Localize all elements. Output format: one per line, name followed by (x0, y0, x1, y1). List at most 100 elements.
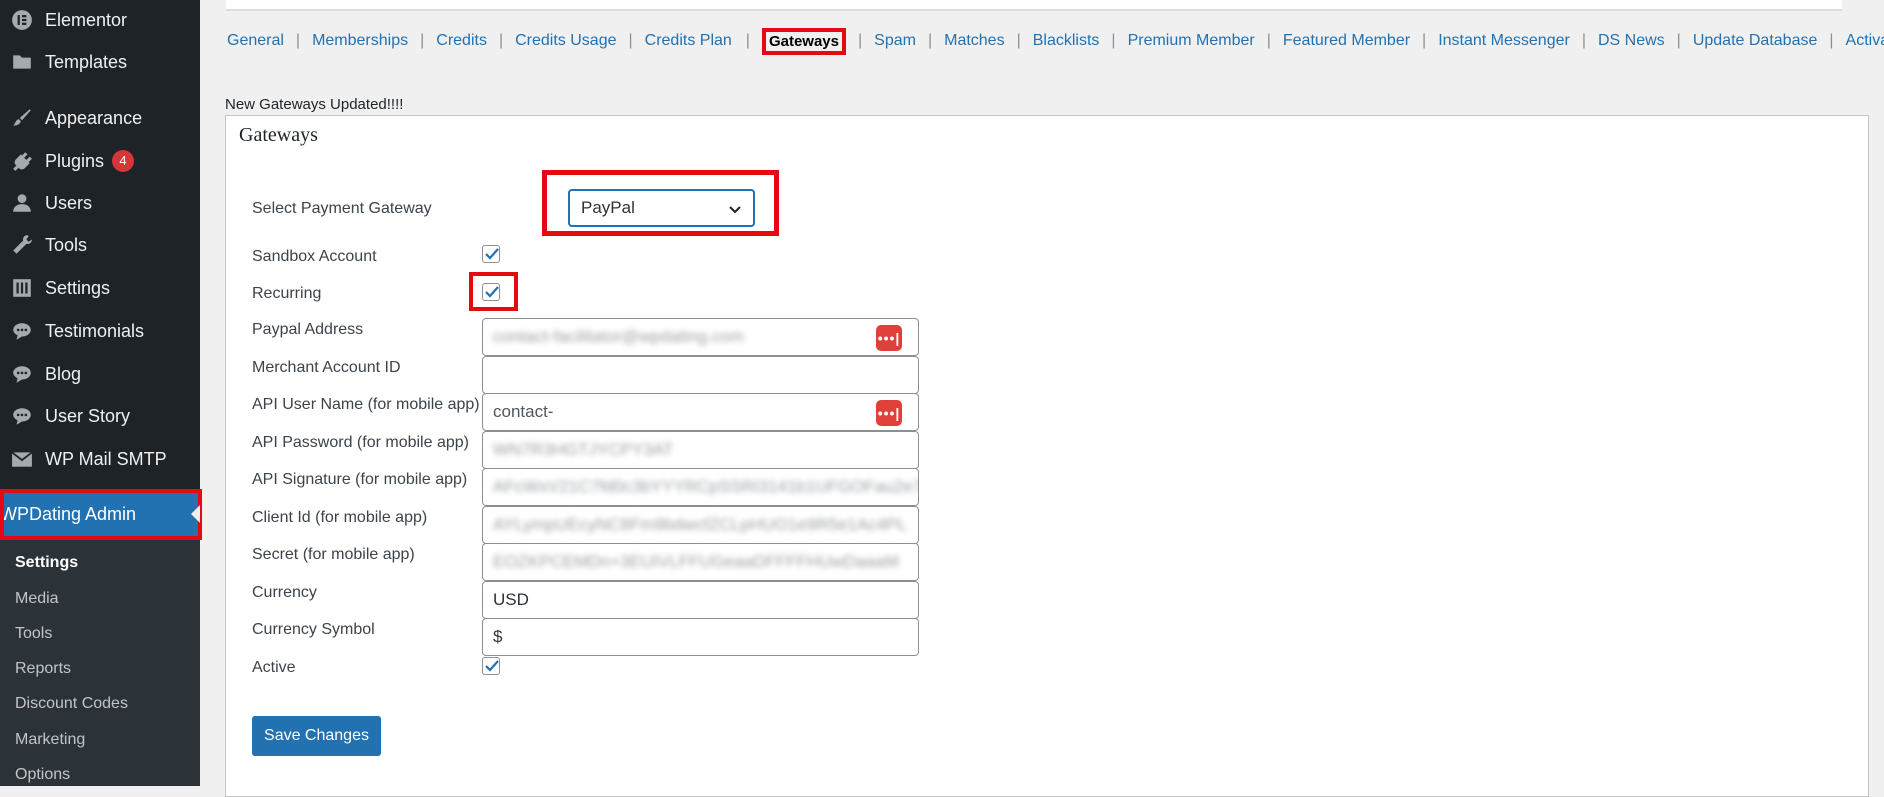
sidebar-item-tools[interactable]: Tools (0, 225, 200, 265)
sidebar-item-user-story[interactable]: User Story (0, 396, 200, 436)
tab-general[interactable]: General (227, 32, 284, 50)
sidebar-item-label: WPDating Admin (0, 504, 137, 524)
api-password-input[interactable]: WN7R3HGTJYCPY3AT (482, 431, 919, 469)
recurring-checkbox[interactable] (482, 283, 500, 301)
field-value: AFcWxV21C7fd0c3bYYYRCpSSRI3141b1UFGOFau2… (493, 477, 919, 496)
sandbox-label: Sandbox Account (252, 248, 377, 265)
sidebar-item-label: WP Mail SMTP (45, 448, 167, 469)
api-signature-input[interactable]: AFcWxV21C7fd0c3bYYYRCpSSRI3141b1UFGOFau2… (482, 468, 919, 506)
submenu-item-reports[interactable]: Reports (15, 660, 71, 678)
tab-memberships[interactable]: Memberships (312, 32, 408, 50)
tab-instant-messenger[interactable]: Instant Messenger (1438, 32, 1570, 50)
sidebar-item-wp-mail-smtp[interactable]: WP Mail SMTP (0, 439, 200, 479)
folder-icon (11, 51, 33, 73)
field-label: Secret (for mobile app) (252, 546, 415, 563)
merchant-account-id-input[interactable] (482, 356, 919, 394)
comment-icon (11, 363, 33, 385)
sidebar-item-elementor[interactable]: Elementor (0, 0, 200, 40)
checkmark-icon (485, 248, 499, 260)
payment-gateway-select[interactable]: PayPal (568, 189, 755, 227)
comment-icon (11, 320, 33, 342)
sidebar-item-label: Tools (45, 234, 88, 255)
current-menu-arrow (191, 505, 200, 523)
mail-icon (11, 448, 33, 470)
currency-symbol-input[interactable]: $ (482, 618, 919, 656)
tab-spam[interactable]: Spam (874, 32, 916, 50)
sandbox-checkbox[interactable] (482, 245, 500, 263)
tab-credits-plan[interactable]: Credits Plan (645, 32, 732, 50)
tab-ds-news[interactable]: DS News (1598, 32, 1665, 50)
sidebar-item-label: Plugins (45, 150, 105, 171)
tab-credits[interactable]: Credits (436, 32, 487, 50)
field-label: API User Name (for mobile app) (252, 396, 480, 413)
sidebar-item-testimonials[interactable]: Testimonials (0, 311, 200, 351)
field-value: $ (493, 627, 503, 646)
select-gateway-label: Select Payment Gateway (252, 200, 432, 217)
sidebar-item-label: Users (45, 192, 93, 213)
field-value: USD (493, 590, 529, 609)
submenu-item-tools[interactable]: Tools (15, 625, 52, 643)
secret-input[interactable]: EOZKPCEMDn+3EUIVLFFUGeaaDFFFFHUwDaaaM (482, 543, 919, 581)
sidebar-item-label: Testimonials (45, 320, 145, 341)
sidebar-item-wpdating-admin[interactable]: WPDating Admin (0, 489, 202, 540)
field-value: EOZKPCEMDn+3EUIVLFFUGeaaDFFFFHUwDaaaM (493, 552, 899, 571)
sidebar-item-label: Templates (45, 51, 128, 72)
sidebar-item-label: User Story (45, 405, 131, 426)
submenu-item-marketing[interactable]: Marketing (15, 731, 85, 749)
elementor-icon (11, 9, 33, 31)
sidebar-item-blog[interactable]: Blog (0, 354, 200, 394)
sidebar-item-users[interactable]: Users (0, 183, 200, 223)
paypal-address-input[interactable]: contact-facilitator@wpdating.com •••| (482, 318, 919, 356)
api-user-name-input[interactable]: contact- •••| (482, 393, 919, 431)
active-label: Active (252, 659, 296, 676)
save-changes-button[interactable]: Save Changes (252, 716, 381, 756)
tab-activate-license[interactable]: Activate License (1846, 32, 1884, 50)
user-icon (11, 192, 33, 214)
tab-premium-member[interactable]: Premium Member (1128, 32, 1255, 50)
checkmark-icon (485, 660, 499, 672)
panel-title: Gateways (239, 124, 318, 146)
field-label: Client Id (for mobile app) (252, 509, 428, 526)
comment-icon (11, 405, 33, 427)
submenu-item-options[interactable]: Options (15, 766, 70, 784)
field-value: contact-facilitator@wpdating.com (493, 327, 744, 346)
client-id-input[interactable]: AYLympUEcyNC8Fm9bdwcfZCLpHUO1e9R5e1Ac4PL (482, 506, 919, 544)
field-label: Currency Symbol (252, 621, 375, 638)
tab-credits-usage[interactable]: Credits Usage (515, 32, 616, 50)
field-value: contact- (493, 402, 554, 421)
field-label: Currency (252, 584, 317, 601)
field-label: API Signature (for mobile app) (252, 471, 468, 488)
sidebar-item-label: Blog (45, 363, 82, 384)
gateways-panel: Gateways Select Payment Gateway PayPal S… (225, 115, 1869, 797)
field-value: WN7R3HGTJYCPY3AT (493, 440, 674, 459)
sidebar-item-label: Elementor (45, 9, 128, 30)
password-manager-icon[interactable]: •••| (876, 400, 902, 426)
update-message: New Gateways Updated!!!! (225, 96, 404, 113)
submenu-item-discount-codes[interactable]: Discount Codes (15, 695, 128, 713)
active-checkbox[interactable] (482, 657, 500, 675)
field-label: Merchant Account ID (252, 359, 401, 376)
submenu-item-media[interactable]: Media (15, 590, 59, 608)
gateway-highlight: PayPal (542, 170, 779, 236)
currency-input[interactable]: USD (482, 581, 919, 619)
tab-featured-member[interactable]: Featured Member (1283, 32, 1410, 50)
sidebar-submenu: Settings Media Tools Reports Discount Co… (0, 540, 200, 786)
selected-gateway-value: PayPal (581, 198, 635, 217)
tab-blacklists[interactable]: Blacklists (1033, 32, 1100, 50)
field-label: API Password (for mobile app) (252, 434, 469, 451)
sidebar-item-appearance[interactable]: Appearance (0, 98, 200, 138)
sidebar-item-label: Settings (45, 277, 111, 298)
field-label: Paypal Address (252, 321, 364, 338)
tab-matches[interactable]: Matches (944, 32, 1004, 50)
password-manager-icon[interactable]: •••| (876, 325, 902, 351)
sidebar-item-plugins[interactable]: Plugins 4 (0, 141, 200, 181)
sidebar-item-templates[interactable]: Templates (0, 42, 200, 82)
settings-icon (11, 277, 33, 299)
submenu-item-settings[interactable]: Settings (15, 554, 78, 572)
checkmark-icon (485, 286, 499, 298)
tab-update-database[interactable]: Update Database (1693, 32, 1818, 50)
tab-gateways[interactable]: Gateways (761, 27, 846, 55)
sidebar-item-label: Appearance (45, 107, 143, 128)
sidebar-item-settings[interactable]: Settings (0, 268, 200, 308)
field-value: AYLympUEcyNC8Fm9bdwcfZCLpHUO1e9R5e1Ac4PL (493, 515, 907, 534)
